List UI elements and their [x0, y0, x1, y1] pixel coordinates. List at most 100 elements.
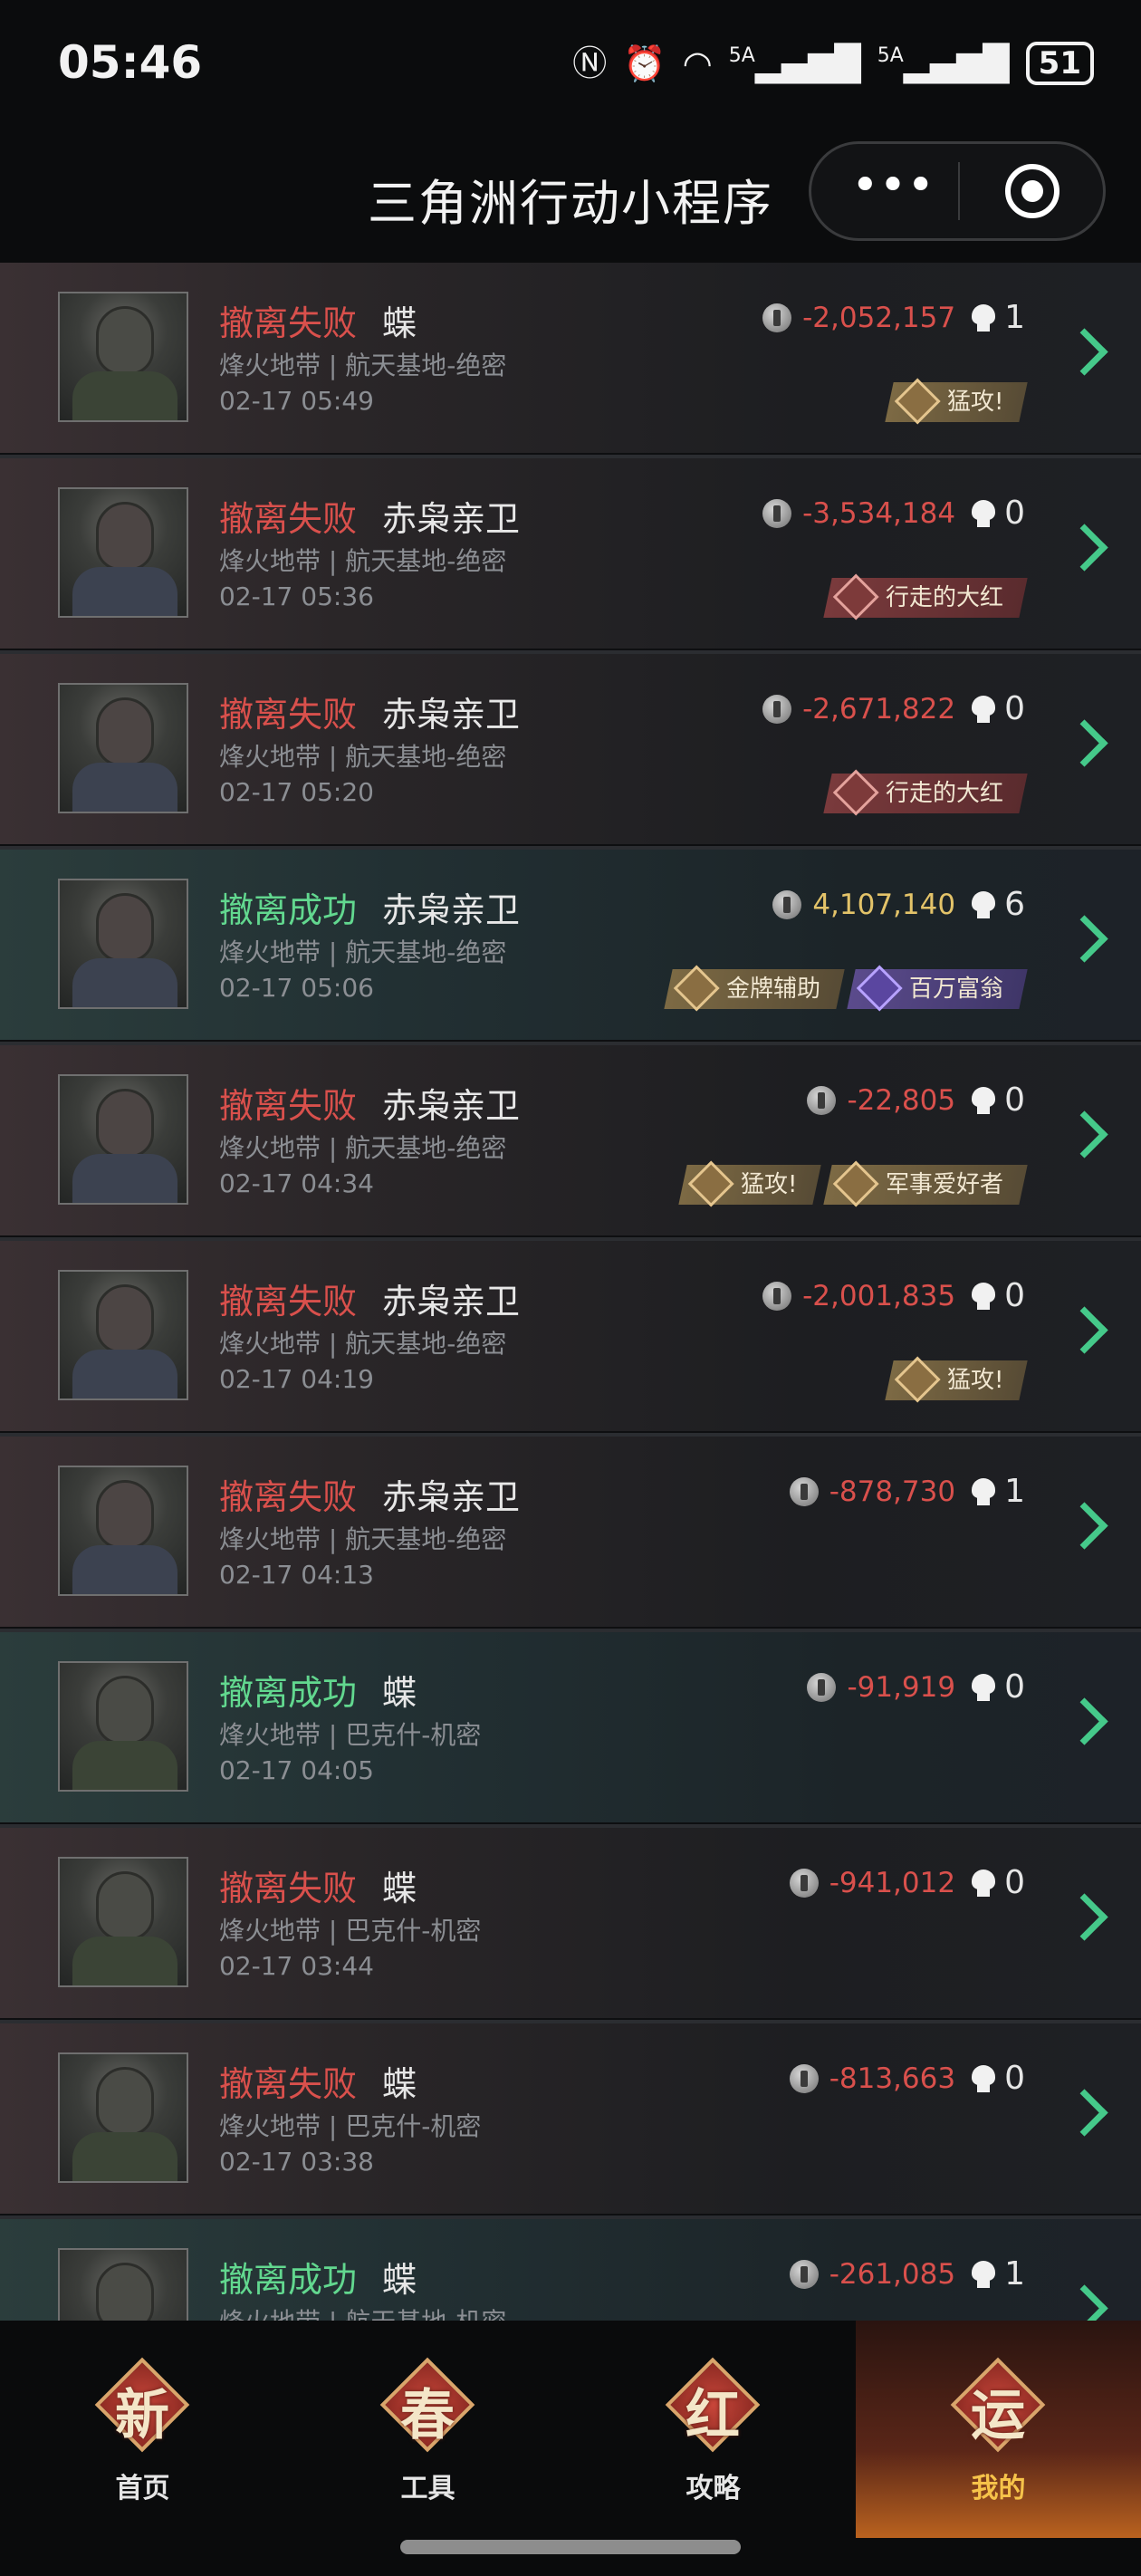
tab-tools[interactable]: 春工具	[285, 2321, 570, 2538]
map-mode: 烽火地带 | 巴克什-机密	[219, 1720, 482, 1750]
badge-emblem-icon	[833, 770, 878, 815]
value-block: -2,052,157 1	[762, 299, 1025, 336]
operator-avatar	[58, 2248, 188, 2321]
match-record-row[interactable]: 撤离失败蝶烽火地带 | 航天基地-绝密 02-17 05:49 -2,052,157…	[0, 263, 1141, 453]
asset-value: -2,671,822	[802, 692, 956, 726]
achievement-badge: 猛攻!	[884, 1357, 1028, 1402]
tab-emblem-glyph: 新	[115, 2384, 169, 2447]
asset-value: -878,730	[829, 1475, 956, 1508]
chevron-right-icon[interactable]	[1060, 1697, 1108, 1745]
chevron-right-icon[interactable]	[1060, 328, 1108, 376]
match-record-row[interactable]: 撤离失败 赤枭亲卫 烽火地带 | 航天基地-绝密 02-17 04:13 -878,73…	[0, 1433, 1141, 1627]
match-record-row[interactable]: 撤离失败 赤枭亲卫 烽火地带 | 航天基地-绝密 02-17 04:19 -2,001,…	[0, 1237, 1141, 1431]
chevron-right-icon[interactable]	[1060, 915, 1108, 963]
map-mode: 烽火地带 | 航天基地-绝密	[219, 351, 507, 380]
coin-icon	[762, 1281, 792, 1311]
tab-mine[interactable]: 运我的	[856, 2321, 1141, 2538]
value-block: -878,730 1	[789, 1473, 1025, 1510]
extraction-result: 撤离失败	[219, 695, 358, 735]
match-record-row[interactable]: 撤离成功 赤枭亲卫 烽火地带 | 航天基地-绝密 02-17 05:06 4,107,1…	[0, 846, 1141, 1040]
skull-icon	[972, 499, 996, 527]
extraction-result: 撤离失败	[219, 2064, 358, 2104]
match-record-row[interactable]: 撤离成功蝶烽火地带 | 航天基地-机密 -261,085 1	[0, 2216, 1141, 2321]
operator-avatar	[58, 1466, 188, 1596]
value-block: 4,107,140 6	[772, 886, 1025, 923]
match-record-row[interactable]: 撤离成功蝶烽火地带 | 巴克什-机密 02-17 04:05 -91,919 0	[0, 1629, 1141, 1822]
match-record-row[interactable]: 撤离失败 赤枭亲卫 烽火地带 | 航天基地-绝密 02-17 05:20 -2,671,…	[0, 650, 1141, 844]
badge-label: 猛攻!	[946, 389, 1003, 416]
badge-group: 行走的大红	[823, 578, 1028, 618]
chevron-right-icon[interactable]	[1060, 524, 1108, 572]
kill-count: 0	[1004, 1277, 1025, 1314]
operator-name: 蝶	[382, 1869, 417, 1908]
operator-name: 赤枭亲卫	[382, 499, 521, 539]
chevron-right-icon[interactable]	[1060, 2089, 1108, 2137]
match-record-list[interactable]: 撤离失败蝶烽火地带 | 航天基地-绝密 02-17 05:49 -2,052,157…	[0, 263, 1141, 2321]
avatar-body	[72, 958, 177, 1007]
badge-group: 猛攻! 军事爱好者	[677, 1165, 1028, 1205]
alarm-icon: ⏰	[623, 43, 666, 83]
chevron-right-icon[interactable]	[1060, 1502, 1108, 1550]
kill-count: 0	[1004, 2060, 1025, 2097]
tab-emblem-icon: 新	[92, 2355, 192, 2455]
map-mode: 烽火地带 | 航天基地-机密	[219, 2302, 506, 2321]
kill-count: 0	[1004, 1081, 1025, 1119]
map-mode: 烽火地带 | 航天基地-绝密	[219, 546, 507, 576]
match-time: 02-17 05:49	[219, 386, 374, 416]
chevron-right-icon[interactable]	[1060, 719, 1108, 767]
tab-emblem-icon: 运	[948, 2355, 1048, 2455]
skull-icon	[972, 1477, 996, 1505]
avatar-body	[72, 1545, 177, 1594]
tab-guide[interactable]: 红攻略	[570, 2321, 856, 2538]
miniprogram-capsule: •••	[809, 141, 1106, 241]
achievement-badge: 猛攻!	[884, 382, 1028, 422]
avatar-body	[72, 567, 177, 616]
value-block: -813,663 0	[789, 2060, 1025, 2097]
operator-avatar	[58, 683, 188, 813]
badge-label: 百万富翁	[908, 976, 1003, 1003]
match-time: 02-17 05:06	[219, 973, 374, 1003]
chevron-right-icon[interactable]	[1060, 1110, 1108, 1158]
badge-group: 猛攻!	[884, 382, 1028, 422]
match-time: 02-17 04:13	[219, 1560, 374, 1590]
badge-group: 行走的大红	[823, 774, 1028, 813]
operator-name: 赤枭亲卫	[382, 1282, 521, 1322]
badge-emblem-icon	[895, 1357, 940, 1402]
map-mode: 烽火地带 | 航天基地-绝密	[219, 1329, 507, 1359]
tab-emblem-glyph: 春	[400, 2384, 455, 2447]
extraction-result: 撤离失败	[219, 499, 358, 539]
home-indicator[interactable]	[400, 2540, 741, 2554]
badge-label: 军事爱好者	[885, 1171, 1003, 1198]
operator-name: 蝶	[382, 1673, 417, 1713]
tab-home[interactable]: 新首页	[0, 2321, 285, 2538]
status-icons: Ⓝ ⏰ ◠ 5A▂▄▆█ 5A▂▄▆█ 51	[572, 42, 1094, 85]
operator-avatar	[58, 1270, 188, 1400]
operator-name: 蝶	[382, 2064, 417, 2104]
kill-count: 6	[1004, 886, 1025, 923]
operator-name: 赤枭亲卫	[382, 695, 521, 735]
close-miniprogram-button[interactable]	[1005, 164, 1060, 218]
more-button[interactable]: •••	[848, 159, 938, 213]
match-record-row[interactable]: 撤离失败蝶烽火地带 | 巴克什-机密 02-17 03:38 -813,663 0	[0, 2020, 1141, 2214]
operator-name: 蝶	[382, 303, 417, 343]
tab-emblem-glyph: 运	[971, 2384, 1025, 2447]
operator-avatar	[58, 1074, 188, 1205]
avatar-body	[72, 2132, 177, 2181]
match-time: 02-17 05:36	[219, 582, 374, 611]
tab-emblem-glyph: 红	[686, 2384, 740, 2447]
kill-count: 1	[1004, 2255, 1025, 2292]
match-record-row[interactable]: 撤离失败 赤枭亲卫 烽火地带 | 航天基地-绝密 02-17 04:34 -22,805…	[0, 1042, 1141, 1235]
chevron-right-icon[interactable]	[1060, 2284, 1108, 2321]
extraction-result: 撤离失败	[219, 1086, 358, 1126]
tab-label: 我的	[971, 2473, 1026, 2504]
chevron-right-icon[interactable]	[1060, 1306, 1108, 1354]
match-record-row[interactable]: 撤离失败蝶烽火地带 | 巴克什-机密 02-17 03:44 -941,012 0	[0, 1824, 1141, 2018]
badge-emblem-icon	[833, 1161, 878, 1206]
match-time: 02-17 05:20	[219, 777, 374, 807]
tab-label: 首页	[115, 2473, 170, 2504]
network-label-1: 5A	[728, 44, 755, 67]
coin-icon	[807, 1085, 837, 1115]
chevron-right-icon[interactable]	[1060, 1893, 1108, 1941]
extraction-result: 撤离成功	[219, 890, 358, 930]
match-record-row[interactable]: 撤离失败 赤枭亲卫 烽火地带 | 航天基地-绝密 02-17 05:36 -3,534,…	[0, 455, 1141, 649]
